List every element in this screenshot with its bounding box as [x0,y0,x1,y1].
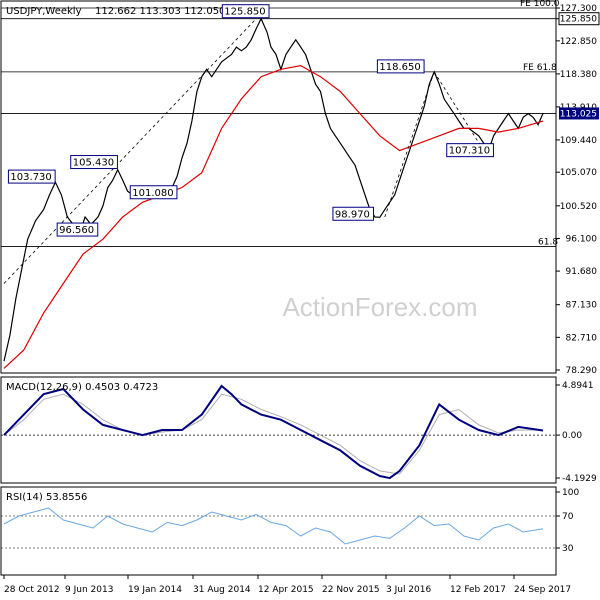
x-tick-label: 28 Oct 2012 [4,585,60,595]
fe100-label: FE 100.0 [520,0,560,9]
price-annotation-label: 96.560 [59,225,94,236]
price-annotation-label: 101.080 [132,188,173,199]
y-tick-label: 96.100 [566,234,598,244]
x-tick-label: 31 Aug 2014 [193,585,251,595]
macd-y-tick-label: 0.00 [562,431,582,441]
x-axis: 28 Oct 2012 9 Jun 2013 19 Jan 2014 31 Aug 2… [3,575,571,595]
level-125850-badge-label: 125.850 [560,15,597,25]
x-tick-label: 12 Apr 2015 [258,585,314,595]
rsi-title: RSI(14) 53.8556 [6,492,87,503]
chart-canvas: ActionForex.com USDJPY,Weekly 112.662 11… [0,0,600,595]
x-tick-label: 3 Jul 2016 [386,585,431,595]
y-tick-label: 109.440 [560,136,597,146]
macd-y-tick-label: -4.1929 [562,474,597,484]
x-tick-label: 12 Feb 2017 [450,585,506,595]
price-annotation-label: 98.970 [335,209,370,220]
y-tick-label: 118.380 [560,70,597,80]
y-tick-label: 122.850 [560,37,597,47]
fib618-label: 61.8 [538,238,558,248]
y-tick-label: 91.680 [566,267,598,277]
rsi-y-tick-label: 100 [562,488,579,498]
y-tick-label: 82.710 [566,333,598,343]
rsi-y-tick-label: 70 [562,512,574,522]
x-tick-label: 22 Nov 2015 [322,585,380,595]
y-tick-label: 78.290 [566,366,598,376]
x-tick-label: 19 Jan 2014 [128,585,182,595]
macd-title: MACD(12,26,9) 0.4503 0.4723 [6,382,158,393]
price-annotation-label: 125.850 [224,7,265,18]
price-annotation-label: 118.650 [379,62,420,73]
x-tick-label: 24 Sep 2017 [514,585,571,595]
fe618-label: FE 61.8 [523,63,557,73]
price-annotation-label: 105.430 [73,158,114,169]
y-tick-label: 87.130 [566,301,598,311]
last-price-label: 113.025 [560,109,597,119]
price-annotation-label: 107.310 [449,146,490,157]
x-tick-label: 9 Jun 2013 [65,585,113,595]
price-annotation-label: 103.730 [10,172,51,183]
watermark: ActionForex.com [282,292,477,322]
y-tick-label: 100.520 [560,202,597,212]
macd-y-tick-label: 4.8941 [562,381,594,391]
y-tick-label: 105.070 [560,168,597,178]
y-axis: 127.300125.850122.850118.380113.910109.4… [556,4,600,554]
rsi-y-tick-label: 30 [562,544,574,554]
